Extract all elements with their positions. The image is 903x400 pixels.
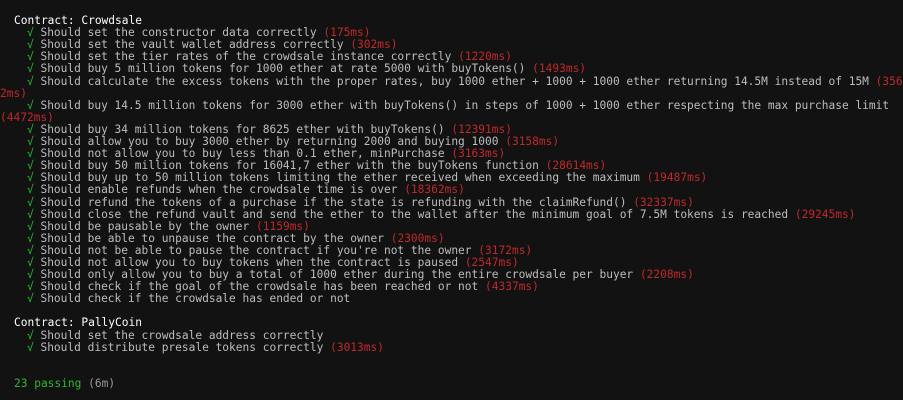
test-title: Should enable refunds when the crowdsale…: [40, 183, 398, 197]
test-title: Should check if the crowdsale has ended …: [40, 292, 351, 306]
test-duration: (3013ms): [330, 340, 384, 354]
check-icon: √: [26, 255, 34, 269]
test-duration: (4472ms): [0, 110, 54, 124]
test-duration: (302ms): [350, 38, 398, 52]
test-duration: (2300ms): [390, 231, 445, 245]
test-duration: (19487ms): [646, 171, 708, 185]
test-duration: (18362ms): [404, 183, 465, 197]
check-icon: √: [26, 147, 34, 161]
check-icon: √: [26, 159, 34, 173]
test-duration: (28614ms): [545, 159, 607, 173]
check-icon: √: [26, 171, 34, 185]
check-icon: √: [26, 135, 34, 149]
terminal-output: Contract: Crowdsale √ Should set the con…: [0, 0, 903, 390]
test-row: √ Should buy 14.5 million tokens for 300…: [0, 98, 903, 124]
test-title: Should set the constructor data correctl…: [40, 26, 317, 40]
test-title: Should set the vault wallet address corr…: [40, 38, 344, 52]
test-title: Should only allow you to buy a total of …: [40, 268, 634, 282]
check-icon: √: [26, 98, 34, 112]
check-icon: √: [26, 38, 34, 52]
test-row: √ Should distribute presale tokens corre…: [0, 340, 903, 354]
test-duration: (3172ms): [478, 243, 533, 257]
test-title: Should close the refund vault and send t…: [40, 207, 789, 221]
suite-crowdsale-tests: √ Should set the constructor data correc…: [0, 27, 903, 305]
passing-count: 23 passing: [14, 376, 82, 390]
total-duration: (6m): [88, 376, 116, 390]
check-icon: √: [26, 268, 34, 282]
check-icon: √: [26, 195, 34, 209]
test-duration: (32337ms): [633, 195, 694, 209]
check-icon: √: [26, 207, 34, 221]
check-icon: √: [26, 280, 34, 294]
test-title: Should set the tier rates of the crowdsa…: [40, 50, 452, 64]
test-duration: (3163ms): [451, 147, 506, 161]
check-icon: √: [26, 74, 34, 88]
test-title: Should be able to unpause the contract b…: [40, 231, 384, 245]
test-row: √ Should calculate the excess tokens wit…: [0, 74, 903, 100]
test-duration: (175ms): [323, 26, 371, 40]
test-duration: (4337ms): [485, 280, 539, 294]
test-title: Should be pausable by the owner: [40, 219, 250, 233]
test-duration: (29245ms): [794, 207, 856, 221]
test-duration: (12391ms): [451, 122, 512, 136]
check-icon: √: [26, 122, 34, 136]
check-icon: √: [26, 328, 34, 342]
test-title: Should buy 5 million tokens for 1000 eth…: [40, 62, 526, 76]
test-title: Should check if the goal of the crowdsal…: [40, 280, 479, 294]
test-title: Should buy 14.5 million tokens for 3000 …: [40, 98, 890, 112]
summary-line: 23 passing (6m): [0, 376, 903, 390]
test-title: Should distribute presale tokens correct…: [40, 340, 324, 354]
suite-pallycoin-tests: √ Should set the crowdsale address corre…: [0, 328, 903, 354]
check-icon: √: [26, 243, 34, 257]
test-duration: (1493ms): [532, 62, 587, 76]
check-icon: √: [26, 62, 34, 76]
test-title: Should not be able to pause the contract…: [40, 243, 472, 257]
test-duration: (1159ms): [256, 219, 310, 233]
test-duration: (2208ms): [639, 268, 694, 282]
check-icon: √: [26, 50, 34, 64]
test-title: Should not allow you to buy less than 0.…: [40, 147, 445, 161]
check-icon: √: [26, 26, 34, 40]
test-duration: (1220ms): [458, 50, 512, 64]
check-icon: √: [26, 183, 34, 197]
test-duration: (2547ms): [464, 255, 519, 269]
check-icon: √: [26, 231, 34, 245]
test-title: Should set the crowdsale address correct…: [40, 328, 324, 342]
test-row: √ Should check if the crowdsale has ende…: [0, 293, 903, 305]
test-title: Should refund the tokens of a purchase i…: [40, 195, 627, 209]
test-title: Should buy up to 50 million tokens limit…: [40, 171, 640, 185]
check-icon: √: [26, 340, 34, 354]
test-title: Should buy 34 million tokens for 8625 et…: [40, 122, 445, 136]
test-title: Should buy 50 million tokens for 16041,7…: [40, 159, 539, 173]
check-icon: √: [26, 292, 34, 306]
test-title: Should allow you to buy 3000 ether by re…: [40, 135, 499, 149]
test-duration: (3158ms): [505, 135, 560, 149]
check-icon: √: [26, 219, 34, 233]
test-title: Should not allow you to buy tokens when …: [40, 255, 459, 269]
test-title: Should calculate the excess tokens with …: [40, 74, 869, 88]
